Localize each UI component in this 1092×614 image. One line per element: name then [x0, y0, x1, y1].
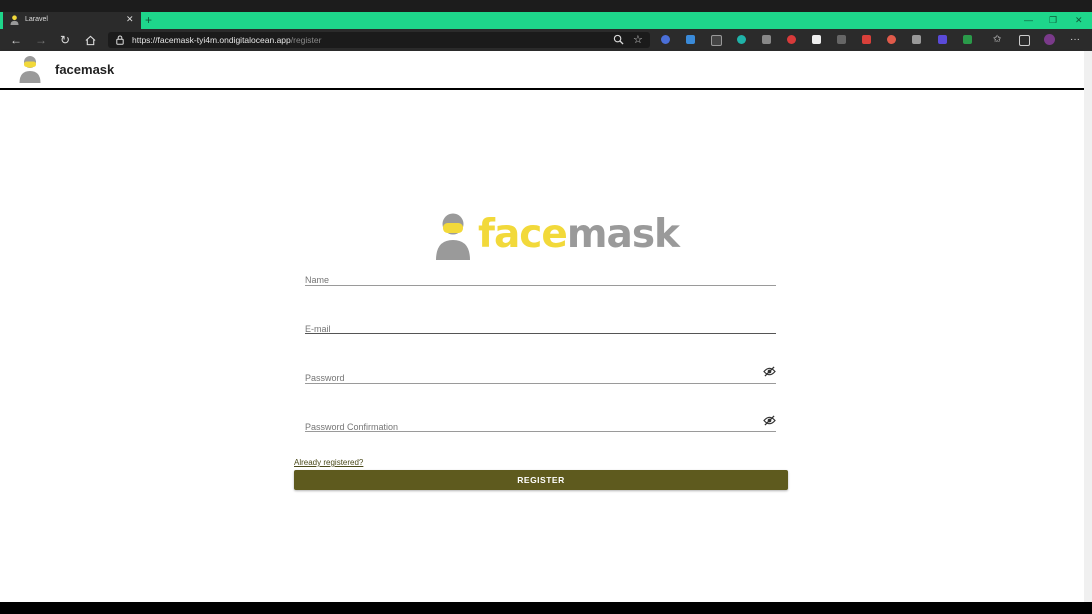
header-title[interactable]: facemask [55, 62, 114, 77]
user-mask-icon[interactable] [18, 55, 42, 83]
tab-title: Laravel [25, 16, 48, 23]
tab-close-icon[interactable]: ✕ [126, 13, 134, 25]
password-confirmation-underline [305, 431, 776, 432]
extension-icon-7[interactable] [812, 35, 821, 44]
extension-icon-8[interactable] [837, 35, 846, 44]
zoom-icon[interactable] [613, 34, 624, 45]
eye-off-icon[interactable] [763, 366, 776, 377]
password-field[interactable] [305, 366, 776, 384]
window-close-icon[interactable]: ✕ [1075, 12, 1083, 28]
maximize-icon[interactable]: ❐ [1049, 12, 1057, 28]
email-field[interactable] [305, 319, 776, 335]
profile-avatar[interactable] [1044, 34, 1055, 45]
eye-off-icon[interactable] [763, 415, 776, 426]
lock-icon[interactable] [116, 35, 124, 45]
extension-icon-12[interactable] [938, 35, 947, 44]
extension-icon-2[interactable] [686, 35, 695, 44]
extension-icon-6[interactable] [787, 35, 796, 44]
window-bottom-strip [0, 602, 1092, 614]
email-underline [305, 333, 776, 334]
refresh-icon[interactable]: ↻ [60, 31, 70, 49]
extension-icon-1[interactable] [661, 35, 670, 44]
tab-bar [0, 12, 1092, 29]
home-icon[interactable] [85, 35, 96, 46]
extension-icon-10[interactable] [887, 35, 896, 44]
extension-icon-5[interactable] [762, 35, 771, 44]
name-underline [305, 285, 776, 286]
more-options-icon[interactable]: ··· [1070, 31, 1080, 49]
password-confirmation-field[interactable] [305, 415, 776, 433]
minimize-icon[interactable]: — [1024, 12, 1033, 28]
password-underline [305, 383, 776, 384]
app-header [0, 51, 1084, 88]
extension-icon-11[interactable] [912, 35, 921, 44]
favorites-icon[interactable]: ✩ [993, 31, 1001, 49]
extension-icon-9[interactable] [862, 35, 871, 44]
back-icon[interactable]: ← [10, 31, 22, 49]
extension-icon-3[interactable] [711, 35, 722, 46]
register-button[interactable]: REGISTER [294, 470, 788, 490]
forward-icon[interactable]: → [35, 31, 47, 49]
collections-icon[interactable] [1019, 35, 1030, 46]
extension-icon-13[interactable] [963, 35, 972, 44]
favorite-star-icon[interactable]: ☆ [633, 31, 643, 49]
name-field[interactable] [305, 270, 776, 286]
url-text[interactable]: https://facemask-tyi4m.ondigitalocean.ap… [132, 33, 321, 47]
page-content [0, 90, 1084, 602]
brand-logo-text: facemask [478, 212, 680, 257]
tab-favicon-icon [10, 15, 19, 25]
already-registered-link[interactable]: Already registered? [294, 458, 363, 468]
extension-icon-4[interactable] [737, 35, 746, 44]
new-tab-button[interactable]: + [145, 12, 152, 28]
user-mask-icon [436, 213, 470, 260]
scrollbar[interactable] [1084, 51, 1092, 602]
browser-tab[interactable] [3, 12, 141, 29]
window-top-strip [0, 0, 1092, 12]
